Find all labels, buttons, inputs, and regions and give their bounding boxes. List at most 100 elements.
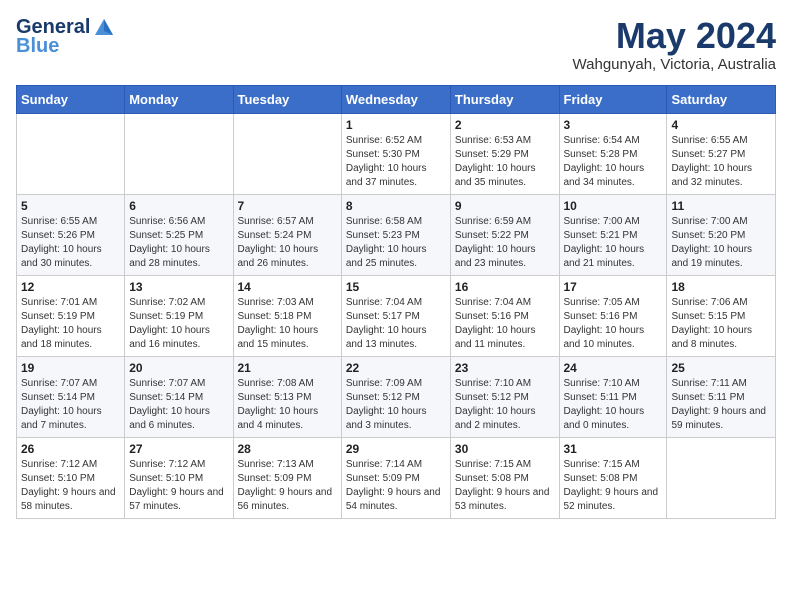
day-info: Sunrise: 7:02 AM Sunset: 5:19 PM Dayligh… bbox=[129, 296, 228, 352]
day-info: Sunrise: 7:00 AM Sunset: 5:20 PM Dayligh… bbox=[671, 215, 771, 271]
day-number: 27 bbox=[129, 442, 228, 456]
day-info: Sunrise: 6:52 AM Sunset: 5:30 PM Dayligh… bbox=[346, 134, 446, 190]
day-info: Sunrise: 7:00 AM Sunset: 5:21 PM Dayligh… bbox=[564, 215, 663, 271]
calendar-cell: 5 Sunrise: 6:55 AM Sunset: 5:26 PM Daylig… bbox=[17, 194, 125, 275]
day-info: Sunrise: 6:58 AM Sunset: 5:23 PM Dayligh… bbox=[346, 215, 446, 271]
weekday-header: Thursday bbox=[450, 85, 559, 113]
day-info: Sunrise: 7:07 AM Sunset: 5:14 PM Dayligh… bbox=[21, 377, 120, 433]
day-number: 2 bbox=[455, 118, 555, 132]
calendar-cell: 25 Sunrise: 7:11 AM Sunset: 5:11 PM Dayli… bbox=[667, 356, 776, 437]
calendar-cell: 28 Sunrise: 7:13 AM Sunset: 5:09 PM Dayli… bbox=[233, 437, 341, 518]
day-number: 28 bbox=[238, 442, 337, 456]
calendar-cell: 22 Sunrise: 7:09 AM Sunset: 5:12 PM Dayli… bbox=[341, 356, 450, 437]
calendar-cell: 16 Sunrise: 7:04 AM Sunset: 5:16 PM Dayli… bbox=[450, 275, 559, 356]
day-info: Sunrise: 7:12 AM Sunset: 5:10 PM Dayligh… bbox=[129, 458, 228, 514]
calendar-week-row: 12 Sunrise: 7:01 AM Sunset: 5:19 PM Dayli… bbox=[17, 275, 776, 356]
day-number: 1 bbox=[346, 118, 446, 132]
day-info: Sunrise: 7:10 AM Sunset: 5:11 PM Dayligh… bbox=[564, 377, 663, 433]
day-info: Sunrise: 7:04 AM Sunset: 5:16 PM Dayligh… bbox=[455, 296, 555, 352]
day-number: 14 bbox=[238, 280, 337, 294]
calendar-cell: 10 Sunrise: 7:00 AM Sunset: 5:21 PM Dayli… bbox=[559, 194, 667, 275]
day-info: Sunrise: 7:15 AM Sunset: 5:08 PM Dayligh… bbox=[564, 458, 663, 514]
month-title: May 2024 bbox=[573, 16, 776, 56]
day-number: 12 bbox=[21, 280, 120, 294]
calendar-cell: 7 Sunrise: 6:57 AM Sunset: 5:24 PM Daylig… bbox=[233, 194, 341, 275]
calendar-cell: 11 Sunrise: 7:00 AM Sunset: 5:20 PM Dayli… bbox=[667, 194, 776, 275]
calendar-cell: 2Sunrise: 6:53 AM Sunset: 5:29 PM Daylig… bbox=[450, 113, 559, 194]
day-number: 13 bbox=[129, 280, 228, 294]
day-info: Sunrise: 7:12 AM Sunset: 5:10 PM Dayligh… bbox=[21, 458, 120, 514]
calendar-header-row: SundayMondayTuesdayWednesdayThursdayFrid… bbox=[17, 85, 776, 113]
day-number: 5 bbox=[21, 199, 120, 213]
calendar-cell bbox=[233, 113, 341, 194]
day-number: 19 bbox=[21, 361, 120, 375]
day-number: 17 bbox=[564, 280, 663, 294]
logo-icon bbox=[93, 17, 115, 39]
calendar-cell bbox=[125, 113, 233, 194]
calendar-cell: 8 Sunrise: 6:58 AM Sunset: 5:23 PM Daylig… bbox=[341, 194, 450, 275]
day-number: 8 bbox=[346, 199, 446, 213]
calendar-cell: 17 Sunrise: 7:05 AM Sunset: 5:16 PM Dayli… bbox=[559, 275, 667, 356]
day-number: 24 bbox=[564, 361, 663, 375]
calendar-cell: 29Sunrise: 7:14 AM Sunset: 5:09 PM Dayli… bbox=[341, 437, 450, 518]
calendar-cell: 30 Sunrise: 7:15 AM Sunset: 5:08 PM Dayli… bbox=[450, 437, 559, 518]
day-info: Sunrise: 7:05 AM Sunset: 5:16 PM Dayligh… bbox=[564, 296, 663, 352]
day-number: 26 bbox=[21, 442, 120, 456]
calendar-cell: 15Sunrise: 7:04 AM Sunset: 5:17 PM Dayli… bbox=[341, 275, 450, 356]
day-info: Sunrise: 6:57 AM Sunset: 5:24 PM Dayligh… bbox=[238, 215, 337, 271]
calendar-cell: 24 Sunrise: 7:10 AM Sunset: 5:11 PM Dayli… bbox=[559, 356, 667, 437]
calendar-cell bbox=[17, 113, 125, 194]
day-number: 31 bbox=[564, 442, 663, 456]
day-info: Sunrise: 7:04 AM Sunset: 5:17 PM Dayligh… bbox=[346, 296, 446, 352]
day-info: Sunrise: 7:06 AM Sunset: 5:15 PM Dayligh… bbox=[671, 296, 771, 352]
day-info: Sunrise: 6:54 AM Sunset: 5:28 PM Dayligh… bbox=[564, 134, 663, 190]
weekday-header: Wednesday bbox=[341, 85, 450, 113]
day-number: 7 bbox=[238, 199, 337, 213]
calendar-cell: 14 Sunrise: 7:03 AM Sunset: 5:18 PM Dayli… bbox=[233, 275, 341, 356]
calendar-cell: 31 Sunrise: 7:15 AM Sunset: 5:08 PM Dayli… bbox=[559, 437, 667, 518]
day-number: 3 bbox=[564, 118, 663, 132]
day-number: 6 bbox=[129, 199, 228, 213]
calendar-cell: 19 Sunrise: 7:07 AM Sunset: 5:14 PM Dayli… bbox=[17, 356, 125, 437]
title-area: May 2024 Wahgunyah, Victoria, Australia bbox=[573, 16, 776, 73]
page-header: General Blue May 2024 Wahgunyah, Victori… bbox=[16, 16, 776, 73]
calendar-cell: 13 Sunrise: 7:02 AM Sunset: 5:19 PM Dayli… bbox=[125, 275, 233, 356]
day-info: Sunrise: 7:09 AM Sunset: 5:12 PM Dayligh… bbox=[346, 377, 446, 433]
calendar-cell: 12 Sunrise: 7:01 AM Sunset: 5:19 PM Dayli… bbox=[17, 275, 125, 356]
calendar-cell: 21Sunrise: 7:08 AM Sunset: 5:13 PM Dayli… bbox=[233, 356, 341, 437]
day-number: 4 bbox=[671, 118, 771, 132]
calendar-cell: 4Sunrise: 6:55 AM Sunset: 5:27 PM Daylig… bbox=[667, 113, 776, 194]
calendar-week-row: 26 Sunrise: 7:12 AM Sunset: 5:10 PM Dayli… bbox=[17, 437, 776, 518]
calendar-cell: 3 Sunrise: 6:54 AM Sunset: 5:28 PM Daylig… bbox=[559, 113, 667, 194]
day-info: Sunrise: 7:13 AM Sunset: 5:09 PM Dayligh… bbox=[238, 458, 337, 514]
logo-blue: Blue bbox=[16, 35, 59, 58]
day-info: Sunrise: 6:55 AM Sunset: 5:26 PM Dayligh… bbox=[21, 215, 120, 271]
day-info: Sunrise: 7:14 AM Sunset: 5:09 PM Dayligh… bbox=[346, 458, 446, 514]
day-info: Sunrise: 7:07 AM Sunset: 5:14 PM Dayligh… bbox=[129, 377, 228, 433]
weekday-header: Saturday bbox=[667, 85, 776, 113]
calendar-cell: 20 Sunrise: 7:07 AM Sunset: 5:14 PM Dayli… bbox=[125, 356, 233, 437]
day-info: Sunrise: 7:01 AM Sunset: 5:19 PM Dayligh… bbox=[21, 296, 120, 352]
calendar-week-row: 19 Sunrise: 7:07 AM Sunset: 5:14 PM Dayli… bbox=[17, 356, 776, 437]
day-number: 25 bbox=[671, 361, 771, 375]
weekday-header: Tuesday bbox=[233, 85, 341, 113]
calendar-week-row: 1 Sunrise: 6:52 AM Sunset: 5:30 PM Daylig… bbox=[17, 113, 776, 194]
day-number: 20 bbox=[129, 361, 228, 375]
calendar-cell: 23Sunrise: 7:10 AM Sunset: 5:12 PM Dayli… bbox=[450, 356, 559, 437]
day-number: 18 bbox=[671, 280, 771, 294]
day-number: 10 bbox=[564, 199, 663, 213]
day-number: 30 bbox=[455, 442, 555, 456]
day-number: 22 bbox=[346, 361, 446, 375]
weekday-header: Monday bbox=[125, 85, 233, 113]
day-info: Sunrise: 7:03 AM Sunset: 5:18 PM Dayligh… bbox=[238, 296, 337, 352]
calendar-cell: 27 Sunrise: 7:12 AM Sunset: 5:10 PM Dayli… bbox=[125, 437, 233, 518]
calendar-cell: 6Sunrise: 6:56 AM Sunset: 5:25 PM Daylig… bbox=[125, 194, 233, 275]
day-number: 16 bbox=[455, 280, 555, 294]
day-info: Sunrise: 7:08 AM Sunset: 5:13 PM Dayligh… bbox=[238, 377, 337, 433]
calendar-cell: 18 Sunrise: 7:06 AM Sunset: 5:15 PM Dayli… bbox=[667, 275, 776, 356]
day-info: Sunrise: 7:11 AM Sunset: 5:11 PM Dayligh… bbox=[671, 377, 771, 433]
weekday-header: Sunday bbox=[17, 85, 125, 113]
day-info: Sunrise: 7:15 AM Sunset: 5:08 PM Dayligh… bbox=[455, 458, 555, 514]
day-number: 11 bbox=[671, 199, 771, 213]
calendar-cell: 26 Sunrise: 7:12 AM Sunset: 5:10 PM Dayli… bbox=[17, 437, 125, 518]
